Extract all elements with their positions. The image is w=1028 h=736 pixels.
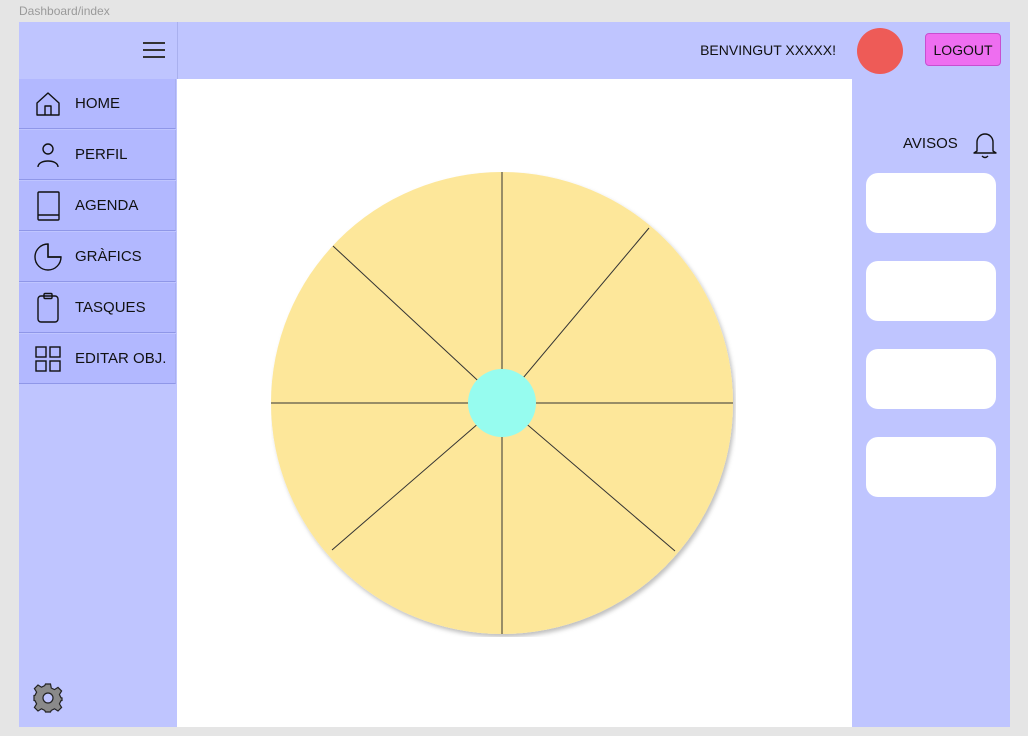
sidebar-item-label: GRÀFICS [75,248,142,265]
bell-icon[interactable] [972,131,998,159]
sidebar-item-label: PERFIL [75,146,128,163]
logout-button[interactable]: LOGOUT [925,33,1001,66]
sidebar-item-tasques[interactable]: TASQUES [19,283,176,333]
notice-card[interactable] [866,437,996,497]
notices-panel: AVISOS [852,79,1010,727]
sidebar-item-label: TASQUES [75,299,146,316]
pie-chart-icon [33,242,63,272]
sidebar-item-grafics[interactable]: GRÀFICS [19,232,176,282]
wheel-center[interactable] [468,369,536,437]
home-icon [33,89,63,119]
book-icon [33,190,63,221]
wheel-svg [271,172,733,634]
user-icon [33,140,63,170]
objectives-wheel[interactable] [271,172,736,637]
top-bar-sidebar-area [19,22,178,79]
frame-label: Dashboard/index [19,4,110,18]
notice-card[interactable] [866,173,996,233]
sidebar-item-label: HOME [75,95,120,112]
avatar[interactable] [857,28,903,74]
sidebar-item-home[interactable]: HOME [19,79,176,129]
sidebar-item-editar-obj[interactable]: EDITAR OBJ. [19,334,176,384]
sidebar-item-agenda[interactable]: AGENDA [19,181,176,231]
welcome-text: BENVINGUT XXXXX! [700,42,836,58]
grid-icon [33,344,63,374]
gear-icon[interactable] [32,682,64,714]
hamburger-icon[interactable] [143,41,165,59]
notice-card[interactable] [866,261,996,321]
sidebar-item-perfil[interactable]: PERFIL [19,130,176,180]
sidebar-item-label: EDITAR OBJ. [75,350,167,367]
dashboard-frame: BENVINGUT XXXXX! LOGOUT HOME PERFIL AGEN… [19,22,1010,727]
sidebar-item-label: AGENDA [75,197,139,214]
notices-title: AVISOS [903,135,958,152]
sidebar: HOME PERFIL AGENDA GRÀFICS TASQUES EDITA… [19,79,177,727]
notice-card[interactable] [866,349,996,409]
top-bar: BENVINGUT XXXXX! LOGOUT [19,22,1010,79]
clipboard-icon [33,292,63,323]
